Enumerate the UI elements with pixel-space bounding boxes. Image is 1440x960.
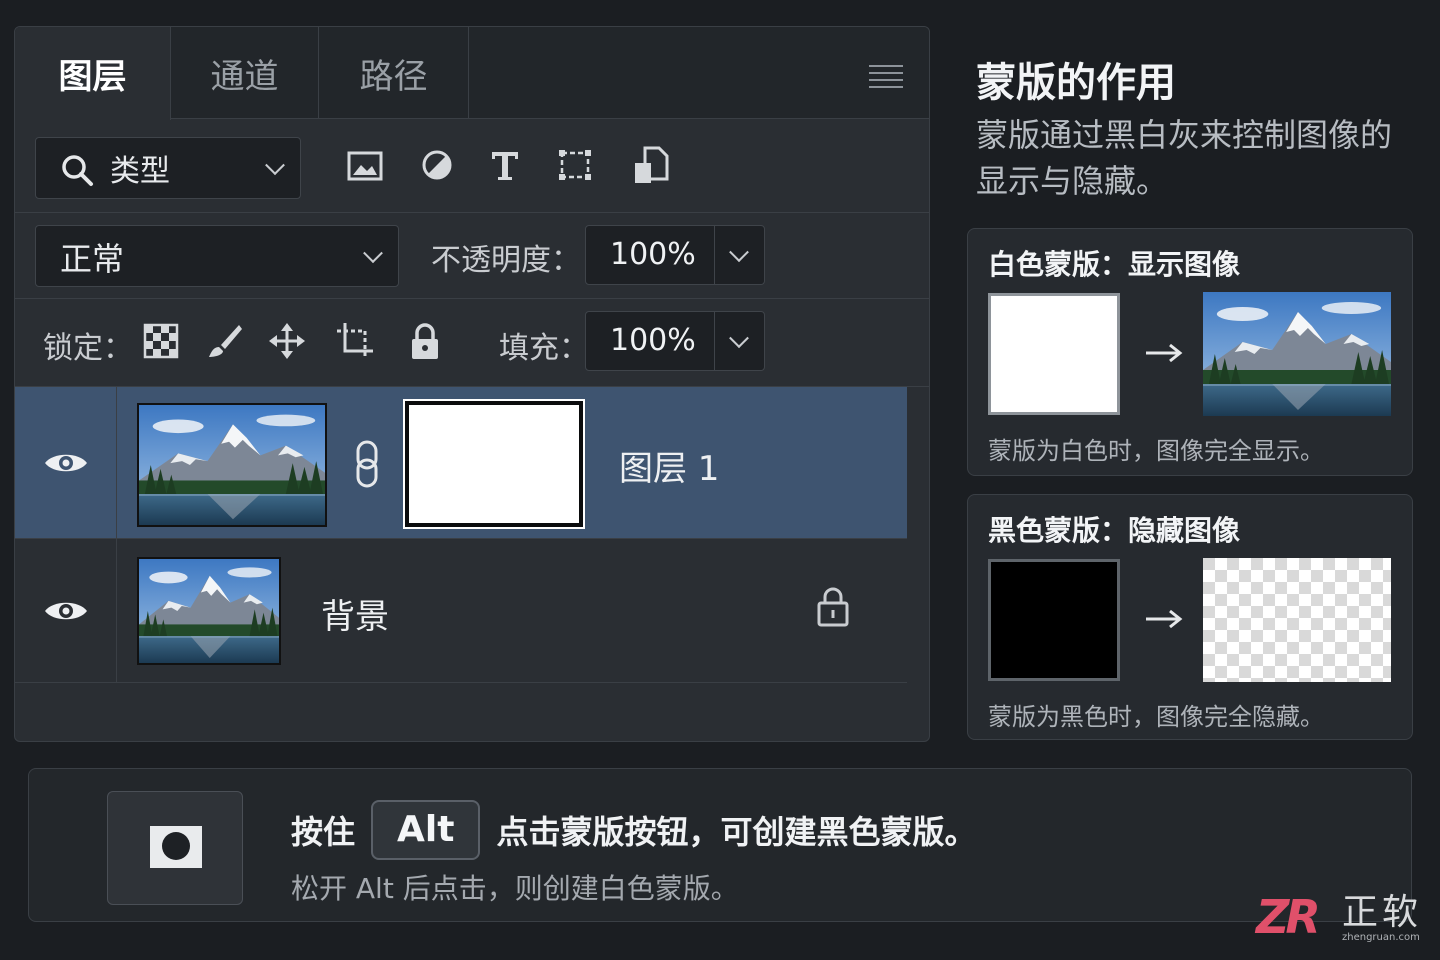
background-image-thumbnail[interactable] xyxy=(137,557,281,665)
filter-kind-label: 类型 xyxy=(110,154,170,189)
lock-label: 锁定： xyxy=(43,331,133,366)
blend-mode-value: 正常 xyxy=(60,240,125,278)
lock-image-pixels-brush-icon[interactable] xyxy=(205,321,245,361)
search-icon xyxy=(62,155,93,186)
alt-key-badge: Alt xyxy=(371,800,481,860)
eye-visibility-icon[interactable] xyxy=(43,598,89,624)
tip-suffix: 点击蒙版按钮，可创建黑色蒙版。 xyxy=(496,813,977,851)
adjustment-filter-icon[interactable] xyxy=(417,145,457,185)
lock-all-icon[interactable] xyxy=(405,321,445,361)
layer-row-layer-1[interactable]: 图层 1 xyxy=(15,387,907,539)
black-mask-card: 黑色蒙版：隐藏图像 蒙版为黑色时，图像完全隐藏。 xyxy=(967,494,1413,740)
arrow-right-icon xyxy=(1146,343,1183,363)
opacity-input[interactable]: 100% xyxy=(585,225,765,285)
visibility-column xyxy=(15,539,117,682)
type-filter-icon[interactable] xyxy=(485,145,525,185)
chevron-down-icon xyxy=(363,243,383,264)
tip-line-1: 按住 Alt 点击蒙版按钮，可创建黑色蒙版。 xyxy=(291,800,977,860)
card-title: 白色蒙版：显示图像 xyxy=(988,248,1241,281)
white-mask-card: 白色蒙版：显示图像 蒙版为白色时，图像完全显示。 xyxy=(967,228,1413,476)
visibility-column xyxy=(15,387,117,538)
card-caption: 蒙版为白色时，图像完全显示。 xyxy=(988,437,1324,465)
watermark-logo: ZR xyxy=(1256,890,1321,944)
layer-1-image-thumbnail[interactable] xyxy=(137,403,327,527)
info-title: 蒙版的作用 xyxy=(976,60,1176,106)
panel-menu-icon[interactable] xyxy=(869,65,903,89)
lock-row: 锁定： 填充： 100% xyxy=(15,299,929,387)
fill-value: 100% xyxy=(610,323,696,358)
transparent-checkerboard-result xyxy=(1203,558,1391,682)
black-mask-swatch xyxy=(988,559,1120,681)
fill-label: 填充： xyxy=(499,331,589,366)
lock-position-move-icon[interactable] xyxy=(267,321,307,361)
chevron-down-icon[interactable] xyxy=(729,242,749,263)
lock-artboard-crop-icon[interactable] xyxy=(335,321,375,361)
shape-filter-icon[interactable] xyxy=(555,145,595,185)
tab-paths[interactable]: 路径 xyxy=(319,27,469,119)
lock-transparent-pixels-icon[interactable] xyxy=(141,321,181,361)
chevron-down-icon[interactable] xyxy=(729,328,749,349)
layer-locked-icon xyxy=(817,587,849,627)
mask-link-chain-icon[interactable] xyxy=(353,439,381,489)
tip-prefix: 按住 xyxy=(291,813,356,851)
panel-tabs: 图层 通道 路径 xyxy=(15,27,929,120)
add-mask-button[interactable] xyxy=(107,791,243,905)
tip-line-2: 松开 Alt 后点击，则创建白色蒙版。 xyxy=(291,872,739,905)
visible-image-result xyxy=(1203,292,1391,416)
white-mask-swatch xyxy=(988,293,1120,415)
opacity-label: 不透明度： xyxy=(431,243,581,278)
info-description: 蒙版通过黑白灰来控制图像的显示与隐藏。 xyxy=(976,116,1393,200)
layer-name[interactable]: 背景 xyxy=(321,589,389,638)
layer-row-background[interactable]: 背景 xyxy=(15,539,907,683)
image-filter-icon[interactable] xyxy=(345,145,385,185)
tip-panel: 按住 Alt 点击蒙版按钮，可创建黑色蒙版。 松开 Alt 后点击，则创建白色蒙… xyxy=(28,768,1412,922)
card-caption: 蒙版为黑色时，图像完全隐藏。 xyxy=(988,703,1324,731)
layer-mask-thumbnail[interactable] xyxy=(403,399,585,529)
layer-name[interactable]: 图层 1 xyxy=(619,441,719,490)
eye-visibility-icon[interactable] xyxy=(43,450,89,476)
tab-channels[interactable]: 通道 xyxy=(171,27,319,119)
blend-mode-select[interactable]: 正常 xyxy=(35,225,399,287)
watermark: ZR 正软 zhengruan.com xyxy=(1256,892,1432,950)
tab-layers[interactable]: 图层 xyxy=(15,27,171,120)
blend-row: 正常 不透明度： 100% xyxy=(15,213,929,299)
layers-panel: 图层 通道 路径 类型 正常 不透明度： 100% 锁定： 填充： 100% 图… xyxy=(14,26,930,742)
filter-row: 类型 xyxy=(15,119,929,213)
arrow-right-icon xyxy=(1146,609,1183,629)
smart-object-filter-icon[interactable] xyxy=(631,145,671,185)
chevron-down-icon xyxy=(265,155,285,176)
watermark-url: zhengruan.com xyxy=(1342,932,1420,943)
watermark-brand: 正软 xyxy=(1342,892,1423,933)
card-title: 黑色蒙版：隐藏图像 xyxy=(988,514,1241,547)
filter-kind-select[interactable]: 类型 xyxy=(35,137,301,199)
fill-input[interactable]: 100% xyxy=(585,311,765,371)
opacity-value: 100% xyxy=(610,237,696,272)
